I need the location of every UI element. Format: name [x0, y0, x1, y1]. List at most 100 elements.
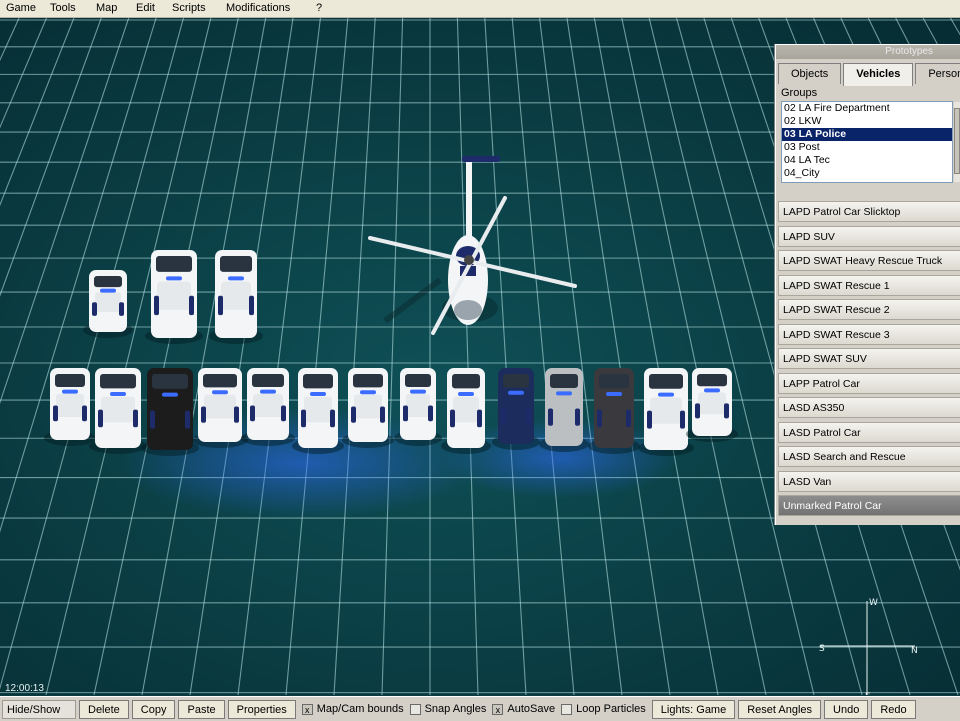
door-stripe	[380, 406, 385, 423]
menu-modifications[interactable]: Modifications	[220, 0, 310, 17]
vehicle-roof	[153, 397, 187, 424]
patrol-vehicle[interactable]	[686, 368, 738, 442]
vehicle-prototype-item[interactable]: LASD Van	[778, 470, 960, 492]
patrol-vehicle[interactable]	[394, 368, 442, 446]
patrol-vehicle[interactable]	[539, 368, 589, 452]
group-item[interactable]: 03 Post	[782, 141, 952, 154]
redo-button[interactable]: Redo	[871, 699, 916, 719]
patrol-vehicle[interactable]	[342, 368, 394, 448]
menu-bar: Game Tools Map Edit Scripts Modification…	[0, 0, 960, 18]
lightbar	[310, 392, 326, 396]
door-stripe	[92, 302, 97, 316]
vehicle-windshield	[55, 374, 85, 387]
snap-angles-checkbox[interactable]	[409, 703, 421, 715]
vehicle-prototype-item[interactable]: LAPD SUV	[778, 225, 960, 247]
prototypes-panel: Prototypes Objects Vehicles Persons Grou…	[775, 44, 960, 525]
vehicle-prototype-item[interactable]: LAPD Patrol Car Slicktop	[778, 201, 960, 222]
group-item-selected[interactable]: 03 LA Police	[782, 128, 952, 141]
vehicle-prototype-item[interactable]: LAPD SWAT Rescue 2	[778, 299, 960, 320]
tab-objects[interactable]: Objects	[778, 63, 842, 84]
group-item[interactable]: 02 LKW	[782, 115, 952, 128]
groups-scrollbar[interactable]	[954, 102, 960, 182]
vehicle-windshield	[405, 374, 431, 387]
copy-button[interactable]: Copy	[131, 699, 176, 719]
scrollbar-thumb[interactable]	[954, 108, 960, 174]
lightbar	[100, 288, 116, 293]
vehicle-prototype-item[interactable]: LASD Search and Rescue	[778, 446, 960, 467]
menu-scripts[interactable]: Scripts	[166, 0, 220, 17]
vehicle-prototype-item-selected[interactable]: Unmarked Patrol Car	[778, 495, 960, 516]
vehicle-roof	[600, 396, 628, 423]
vehicle-roof	[406, 393, 430, 417]
van[interactable]	[145, 250, 203, 344]
autosave-toggle[interactable]: x AutoSave	[492, 703, 555, 715]
group-item[interactable]: 04_City	[782, 167, 952, 180]
lightbar	[166, 276, 182, 281]
properties-button[interactable]: Properties	[227, 699, 296, 719]
lightbar	[410, 389, 426, 394]
tab-persons[interactable]: Persons	[915, 63, 960, 84]
map-cam-bounds-label: Map/Cam bounds	[316, 703, 404, 715]
undo-button[interactable]: Undo	[824, 699, 869, 719]
reset-angles-button[interactable]: Reset Angles	[738, 699, 822, 719]
patrol-vehicle[interactable]	[141, 368, 199, 456]
map-cam-bounds-checkbox[interactable]: x	[301, 703, 313, 715]
menu-map[interactable]: Map	[90, 0, 130, 17]
vehicle-prototype-item[interactable]: LASD AS350	[778, 397, 960, 418]
patrol-vehicle[interactable]	[241, 368, 295, 446]
vehicle-roof	[95, 292, 121, 313]
patrol-vehicle[interactable]	[44, 368, 96, 446]
map-cam-bounds-toggle[interactable]: x Map/Cam bounds	[301, 703, 404, 715]
vehicle-roof	[551, 396, 577, 422]
vehicle-roof	[650, 397, 682, 424]
menu-tools[interactable]: Tools	[44, 0, 90, 17]
door-stripe	[82, 405, 87, 422]
lights-button[interactable]: Lights: Game	[651, 699, 736, 719]
patrol-vehicle[interactable]	[192, 368, 248, 448]
group-item[interactable]: 04 LA Tec	[782, 154, 952, 167]
patrol-vehicle[interactable]	[638, 368, 694, 456]
vehicle-windshield	[152, 374, 188, 389]
vehicle-prototype-item[interactable]: LAPD SWAT Heavy Rescue Truck	[778, 250, 960, 271]
vehicle-windshield	[303, 374, 333, 389]
loop-particles-checkbox[interactable]	[561, 703, 573, 715]
game-clock: 12:00:13	[5, 683, 44, 694]
menu-edit[interactable]: Edit	[130, 0, 166, 17]
vehicle-prototype-item[interactable]: LAPP Patrol Car	[778, 372, 960, 394]
patrol-vehicle[interactable]	[292, 368, 344, 454]
door-stripe	[501, 407, 506, 425]
door-stripe	[154, 295, 159, 316]
groups-list[interactable]: 02 LA Fire Department 02 LKW 03 LA Polic…	[781, 101, 953, 183]
door-stripe	[133, 409, 138, 428]
snap-angles-toggle[interactable]: Snap Angles	[409, 703, 486, 715]
vehicle-windshield	[100, 374, 136, 389]
door-stripe	[428, 405, 433, 422]
compass-west: W	[869, 598, 878, 608]
vehicle-windshield	[649, 374, 683, 389]
delete-button[interactable]: Delete	[79, 699, 129, 719]
loop-particles-toggle[interactable]: Loop Particles	[561, 703, 646, 715]
van[interactable]	[209, 250, 263, 344]
lightbar	[556, 391, 572, 396]
autosave-checkbox[interactable]: x	[492, 703, 504, 715]
group-item[interactable]: 02 LA Fire Department	[782, 102, 952, 115]
patrol-vehicle[interactable]	[441, 368, 491, 454]
vehicle-windshield	[503, 374, 529, 388]
patrol-vehicle[interactable]	[492, 368, 540, 450]
hide-show-button[interactable]: Hide/Show	[2, 699, 76, 719]
vehicle-prototype-item[interactable]: LAPD SWAT Rescue 1	[778, 274, 960, 296]
door-stripe	[548, 408, 553, 426]
vehicle-prototype-item[interactable]: LAPD SWAT Rescue 3	[778, 323, 960, 345]
vehicle-prototype-item[interactable]: LAPD SWAT SUV	[778, 348, 960, 369]
suv[interactable]	[83, 270, 133, 338]
paste-button[interactable]: Paste	[178, 699, 225, 719]
menu-help[interactable]: ?	[310, 0, 322, 17]
tab-vehicles[interactable]: Vehicles	[843, 63, 914, 86]
lightbar	[508, 390, 524, 395]
groups-label: Groups	[781, 87, 818, 99]
patrol-vehicle[interactable]	[89, 368, 147, 454]
compass-north: N	[911, 646, 918, 656]
patrol-vehicle[interactable]	[588, 368, 640, 454]
menu-game[interactable]: Game	[0, 0, 44, 17]
vehicle-prototype-item[interactable]: LASD Patrol Car	[778, 421, 960, 443]
